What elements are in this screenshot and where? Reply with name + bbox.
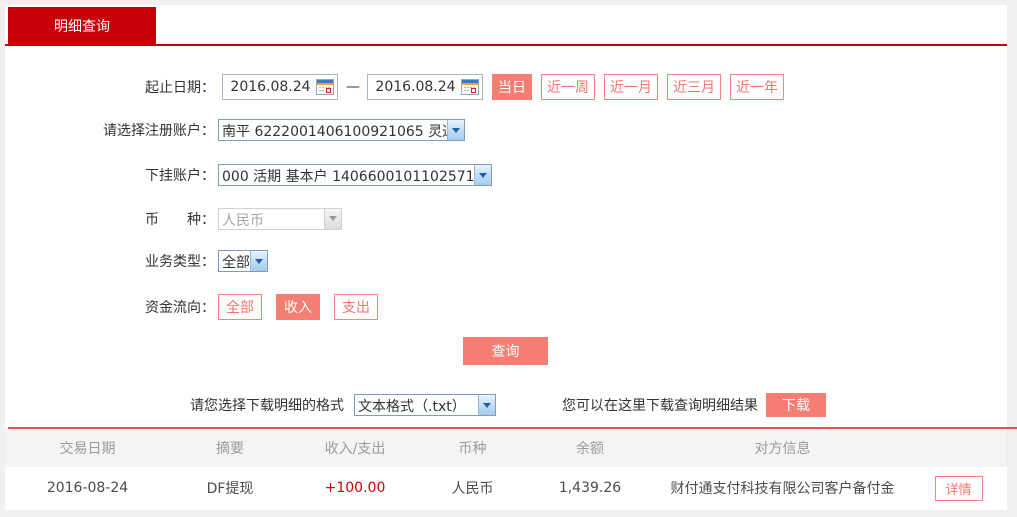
column-header-counterparty: 对方信息 — [754, 441, 811, 457]
column-header-balance: 余额 — [576, 441, 604, 457]
end-date-input[interactable]: 2016.08.24 — [367, 73, 483, 100]
cell-amount: +100.00 — [324, 480, 386, 496]
sub-account-label: 下挂账户： — [145, 168, 215, 184]
quick-range-today-button[interactable]: 当日 — [492, 73, 532, 100]
end-date-value: 2016.08.24 — [375, 78, 456, 95]
chevron-down-icon — [478, 395, 495, 415]
flow-all-button[interactable]: 全部 — [218, 293, 262, 320]
table-header-row: 交易日期 摘要 收入/支出 币种 余额 对方信息 — [5, 429, 1007, 467]
currency-select: 人民币 — [218, 207, 342, 230]
column-header-summary: 摘要 — [216, 441, 244, 457]
chevron-down-icon — [447, 120, 464, 140]
download-format-value: 文本格式（.txt） — [358, 399, 466, 415]
flow-expense-button[interactable]: 支出 — [334, 293, 378, 320]
cell-summary: DF提现 — [206, 481, 254, 497]
date-range-row: 起止日期： 2016.08.24 — 2016.08.24 当日 近一周 近一月… — [0, 73, 784, 100]
tab-detail-query[interactable]: 明细查询 — [8, 7, 156, 44]
sub-account-row: 下挂账户： 000 活期 基本户 1406600101102571848 — [0, 163, 492, 187]
quick-range-1month-button[interactable]: 近一月 — [604, 73, 658, 100]
register-account-label: 请选择注册账户： — [103, 123, 215, 139]
fund-flow-label: 资金流向： — [145, 299, 215, 316]
query-button[interactable]: 查询 — [463, 337, 548, 365]
date-separator: — — [346, 78, 360, 95]
sub-account-select[interactable]: 000 活期 基本户 1406600101102571848 — [218, 164, 492, 186]
currency-label: 币 种： — [145, 211, 215, 228]
quick-range-1year-button[interactable]: 近一年 — [730, 73, 784, 100]
download-format-select[interactable]: 文本格式（.txt） — [354, 394, 496, 416]
business-type-value: 全部 — [222, 255, 250, 271]
date-range-label: 起止日期： — [145, 79, 215, 96]
column-header-currency: 币种 — [458, 441, 487, 457]
cell-counterparty: 财付通支付科技有限公司客户备付金 — [670, 481, 895, 497]
quick-range-3months-button[interactable]: 近三月 — [667, 73, 721, 100]
column-header-amount: 收入/支出 — [324, 441, 386, 457]
sub-account-value: 000 活期 基本户 1406600101102571848 — [222, 169, 474, 185]
download-format-label: 请您选择下载明细的格式 — [190, 398, 344, 414]
fund-flow-row: 资金流向： 全部 收入 支出 — [0, 293, 386, 320]
currency-row: 币 种： 人民币 — [0, 206, 342, 231]
business-type-row: 业务类型： 全部 — [0, 249, 268, 273]
chevron-down-icon — [474, 165, 491, 185]
business-type-label: 业务类型： — [145, 254, 215, 270]
detail-query-page: 明细查询 起止日期： 2016.08.24 — 2016.08.24 当日 近一… — [0, 0, 1017, 517]
register-account-value: 南平 6222001406100921065 灵通卡 — [222, 124, 447, 140]
quick-range-1week-button[interactable]: 近一周 — [541, 73, 595, 100]
register-account-row: 请选择注册账户： 南平 6222001406100921065 灵通卡 — [0, 118, 465, 142]
register-account-select[interactable]: 南平 6222001406100921065 灵通卡 — [218, 119, 465, 141]
cell-transaction-date: 2016-08-24 — [46, 480, 129, 496]
chevron-down-icon — [250, 251, 267, 271]
chevron-down-icon — [324, 208, 341, 229]
currency-value: 人民币 — [222, 212, 264, 229]
column-header-date: 交易日期 — [59, 441, 116, 457]
detail-button[interactable]: 详情 — [934, 475, 983, 501]
business-type-select[interactable]: 全部 — [218, 250, 268, 272]
table-row: 2016-08-24 DF提现 +100.00 人民币 1,439.26 财付通… — [5, 467, 1007, 509]
download-button[interactable]: 下载 — [766, 393, 826, 417]
calendar-icon[interactable] — [316, 78, 334, 95]
download-hint-text: 您可以在这里下载查询明细结果 — [562, 398, 758, 414]
cell-balance: 1,439.26 — [558, 480, 622, 496]
download-row: 请您选择下载明细的格式 文本格式（.txt） 您可以在这里下载查询明细结果 下载 — [0, 392, 826, 418]
tab-underline — [5, 44, 1007, 46]
calendar-icon[interactable] — [461, 78, 479, 95]
flow-income-button[interactable]: 收入 — [276, 293, 320, 320]
cell-currency: 人民币 — [451, 481, 494, 497]
start-date-value: 2016.08.24 — [230, 78, 311, 95]
start-date-input[interactable]: 2016.08.24 — [222, 73, 338, 100]
